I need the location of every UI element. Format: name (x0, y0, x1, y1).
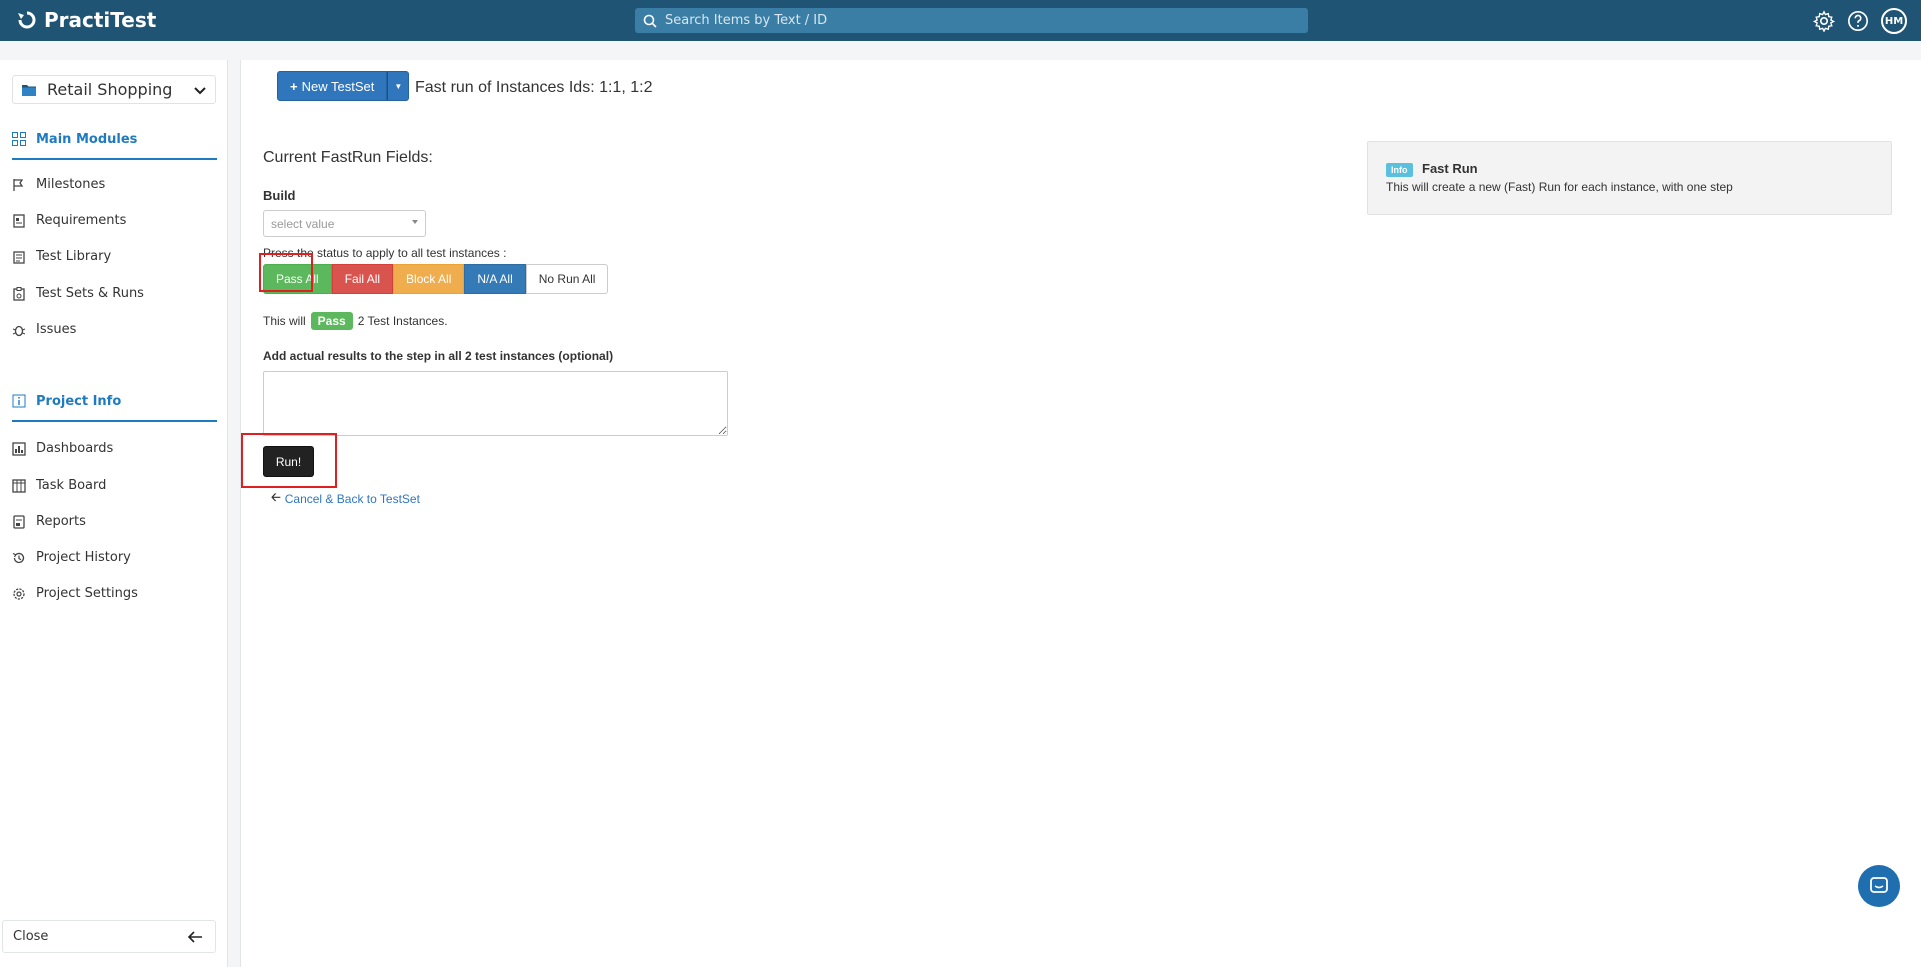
fastrun-section-title: Current FastRun Fields: (263, 149, 433, 166)
arrow-left-icon (187, 931, 202, 943)
page-title: Fast run of Instances Ids: 1:1, 1:2 (415, 79, 653, 96)
search-input[interactable] (665, 13, 1265, 28)
sidebar-item-label: Requirements (36, 213, 127, 228)
sidebar-item-label: Project Settings (36, 586, 138, 601)
actual-results-textarea[interactable] (263, 371, 728, 436)
folder-icon (22, 84, 36, 96)
project-info-label: Project Info (36, 393, 122, 409)
sidebar-item-project-history[interactable]: Project History (12, 550, 131, 565)
cancel-back-label: Cancel & Back to TestSet (284, 491, 420, 506)
sidebar-item-project-settings[interactable]: Project Settings (12, 586, 138, 601)
bug-icon (12, 325, 26, 336)
sidebar-item-label: Project History (36, 550, 131, 565)
sidebar-item-dashboards[interactable]: Dashboards (12, 441, 113, 456)
dashboard-icon (12, 441, 26, 456)
summary-prefix: This will (263, 314, 306, 328)
sidebar-item-label: Issues (36, 322, 77, 337)
caret-down-icon: ▼ (394, 81, 403, 91)
project-name: Retail Shopping (47, 80, 173, 99)
sidebar-item-label: Test Library (36, 249, 112, 264)
sidebar-item-requirements[interactable]: Requirements (12, 213, 126, 228)
flag-icon (13, 178, 24, 191)
main-panel: + New TestSet ▼ Fast run of Instances Id… (240, 60, 1921, 967)
settings-gear-icon[interactable] (1813, 10, 1835, 32)
new-testset-button[interactable]: + New TestSet (277, 71, 388, 101)
summary-suffix: 2 Test Instances. (357, 314, 448, 328)
sidebar-item-label: Task Board (36, 478, 107, 493)
project-info-icon (12, 394, 26, 408)
user-avatar[interactable]: HM (1881, 8, 1907, 34)
taskboard-icon (12, 478, 26, 493)
sidebar-item-milestones[interactable]: Milestones (12, 177, 105, 192)
pass-all-highlight (259, 253, 313, 292)
project-selector[interactable]: Retail Shopping (12, 75, 216, 104)
info-badge: Info (1386, 163, 1413, 177)
info-description: This will create a new (Fast) Run for ea… (1386, 180, 1733, 194)
actual-results-label: Add actual results to the step in all 2 … (263, 349, 614, 363)
test-sets-icon (13, 286, 25, 301)
status-summary: This will Pass 2 Test Instances. (263, 312, 448, 330)
sidebar: Retail Shopping Main Modules Milestones … (0, 60, 228, 967)
sidebar-close-button[interactable]: Close (2, 920, 216, 953)
main-modules-label: Main Modules (36, 131, 138, 147)
sidebar-item-test-library[interactable]: Test Library (12, 249, 111, 264)
reports-icon (13, 514, 25, 529)
build-select[interactable]: select value (263, 210, 426, 237)
top-icons: HM (1813, 8, 1907, 34)
sidebar-item-label: Reports (36, 514, 86, 529)
info-title: Fast Run (1422, 161, 1478, 176)
chat-icon (1870, 877, 1888, 893)
history-icon (12, 552, 25, 563)
modules-grid-icon (12, 132, 26, 146)
practitest-logo[interactable]: PractiTest (16, 8, 156, 32)
build-select-value: select value (271, 216, 335, 231)
cancel-back-link[interactable]: 🡠 Cancel & Back to TestSet (271, 488, 420, 509)
help-icon[interactable] (1847, 10, 1869, 32)
project-info-header[interactable]: Project Info (12, 390, 217, 422)
block-all-button[interactable]: Block All (393, 264, 465, 294)
sidebar-item-test-sets-runs[interactable]: Test Sets & Runs (12, 286, 144, 301)
sidebar-item-reports[interactable]: Reports (12, 514, 86, 529)
no-run-all-button[interactable]: No Run All (525, 264, 609, 294)
sidebar-item-label: Milestones (36, 177, 106, 192)
sidebar-item-label: Dashboards (36, 441, 114, 456)
search-icon (643, 14, 657, 28)
search-bar[interactable] (635, 8, 1308, 33)
na-all-button[interactable]: N/A All (464, 264, 526, 294)
sidebar-item-task-board[interactable]: Task Board (12, 478, 106, 493)
brand-name: PractiTest (44, 8, 157, 32)
chevron-down-icon (194, 87, 206, 95)
build-label: Build (263, 188, 296, 203)
practitest-logo-icon (18, 11, 36, 29)
settings-icon (13, 587, 25, 600)
status-button-group: Pass All Fail All Block All N/A All No R… (263, 264, 609, 294)
run-highlight (241, 433, 337, 488)
fail-all-button[interactable]: Fail All (331, 264, 394, 294)
close-label: Close (13, 929, 49, 944)
test-library-icon (13, 250, 25, 264)
sidebar-item-issues[interactable]: Issues (12, 322, 76, 337)
top-bar: PractiTest HM (0, 0, 1921, 41)
pass-badge: Pass (310, 312, 353, 330)
new-testset-label: New TestSet (301, 78, 375, 94)
sidebar-item-label: Test Sets & Runs (36, 286, 144, 301)
arrow-left-icon: 🡠 (271, 490, 281, 504)
new-testset-button-group: + New TestSet ▼ (277, 71, 410, 101)
new-testset-dropdown-toggle[interactable]: ▼ (387, 71, 410, 101)
chat-button[interactable] (1858, 865, 1900, 907)
info-box: Info Fast Run This will create a new (Fa… (1367, 141, 1892, 215)
plus-icon: + (290, 78, 298, 94)
main-modules-header[interactable]: Main Modules (12, 128, 217, 160)
requirements-icon (13, 213, 25, 228)
caret-down-icon (412, 220, 418, 224)
